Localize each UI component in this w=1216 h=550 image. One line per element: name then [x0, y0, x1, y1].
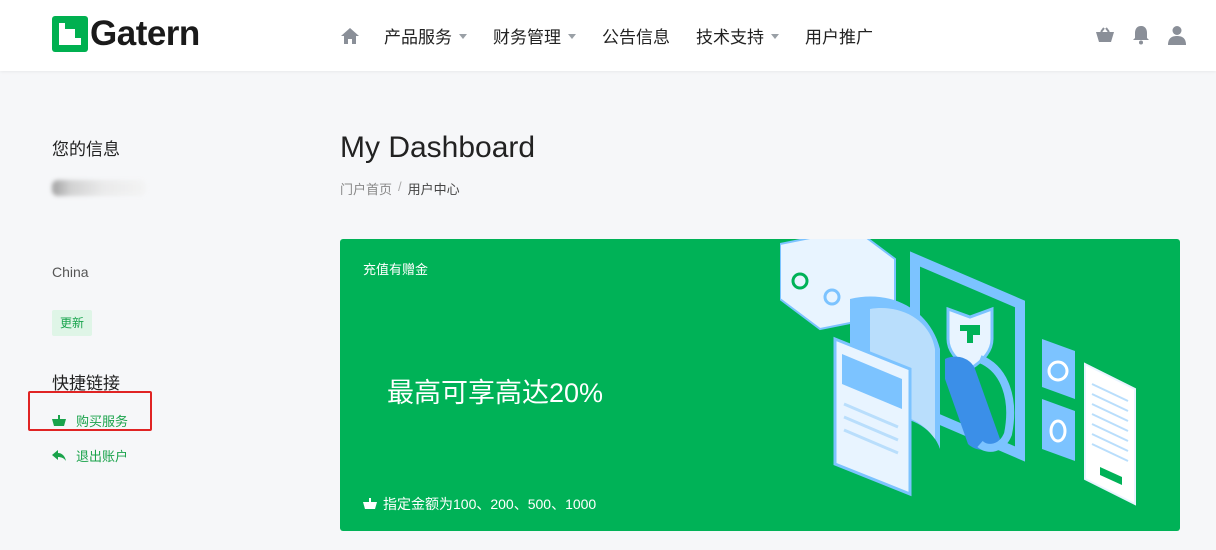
- back-arrow-icon: [52, 449, 66, 463]
- nav-item-products[interactable]: 产品服务: [384, 23, 467, 48]
- caret-down-icon: [568, 33, 576, 39]
- quick-link-logout[interactable]: 退出账户: [52, 446, 128, 465]
- breadcrumb-current: 用户中心: [407, 182, 460, 197]
- quick-link-label: 退出账户: [76, 449, 129, 464]
- caret-down-icon: [459, 33, 467, 39]
- caret-down-icon: [771, 33, 779, 39]
- banner-illustration: [780, 239, 1136, 506]
- nav-item-support[interactable]: 技术支持: [696, 23, 779, 48]
- redacted-username: [52, 180, 146, 196]
- nav-item-label: 产品服务: [384, 28, 452, 47]
- banner-footnote-text: 指定金额为100、200、500、1000: [383, 496, 597, 512]
- user-icon[interactable]: [1166, 24, 1188, 46]
- banner-footnote: 指定金额为100、200、500、1000: [363, 494, 596, 514]
- nav-item-label: 公告信息: [602, 28, 670, 47]
- breadcrumb-home[interactable]: 门户首页: [340, 179, 392, 198]
- nav-item-label: 财务管理: [493, 28, 561, 47]
- basket-icon: [52, 414, 66, 428]
- info-title: 您的信息: [52, 140, 120, 159]
- home-icon[interactable]: [340, 26, 360, 46]
- promo-banner[interactable]: 充值有赠金 最高可享高达20% 指定金额为100、200、500、1000: [340, 239, 1180, 531]
- quick-link-label: 购买服务: [76, 414, 129, 429]
- quick-link-buy-service[interactable]: 购买服务: [52, 411, 128, 430]
- breadcrumb-separator: /: [398, 179, 402, 194]
- logo-text: Gatern: [90, 14, 200, 53]
- bell-icon[interactable]: [1130, 24, 1152, 46]
- basket-icon[interactable]: [1094, 24, 1116, 46]
- nav-item-label: 用户推广: [805, 28, 873, 47]
- banner-headline: 最高可享高达20%: [387, 378, 604, 408]
- nav-item-announcements[interactable]: 公告信息: [602, 23, 670, 48]
- logo[interactable]: Gatern: [52, 15, 200, 53]
- banner-tag: 充值有赠金: [363, 262, 429, 277]
- basket-icon: [363, 498, 377, 509]
- main-nav: 产品服务 财务管理 公告信息 技术支持 用户推广: [340, 0, 899, 71]
- logo-mark-icon: [52, 16, 88, 52]
- top-header: Gatern 产品服务 财务管理 公告信息 技术支持 用户推广: [0, 0, 1216, 71]
- update-button[interactable]: 更新: [52, 310, 93, 336]
- page-title: My Dashboard: [340, 131, 536, 164]
- nav-item-label: 技术支持: [696, 28, 764, 47]
- breadcrumb: 门户首页 / 用户中心: [340, 179, 460, 198]
- country-text: China: [52, 264, 89, 280]
- nav-item-finance[interactable]: 财务管理: [493, 23, 576, 48]
- header-actions: [1080, 24, 1188, 46]
- nav-item-referral[interactable]: 用户推广: [805, 23, 873, 48]
